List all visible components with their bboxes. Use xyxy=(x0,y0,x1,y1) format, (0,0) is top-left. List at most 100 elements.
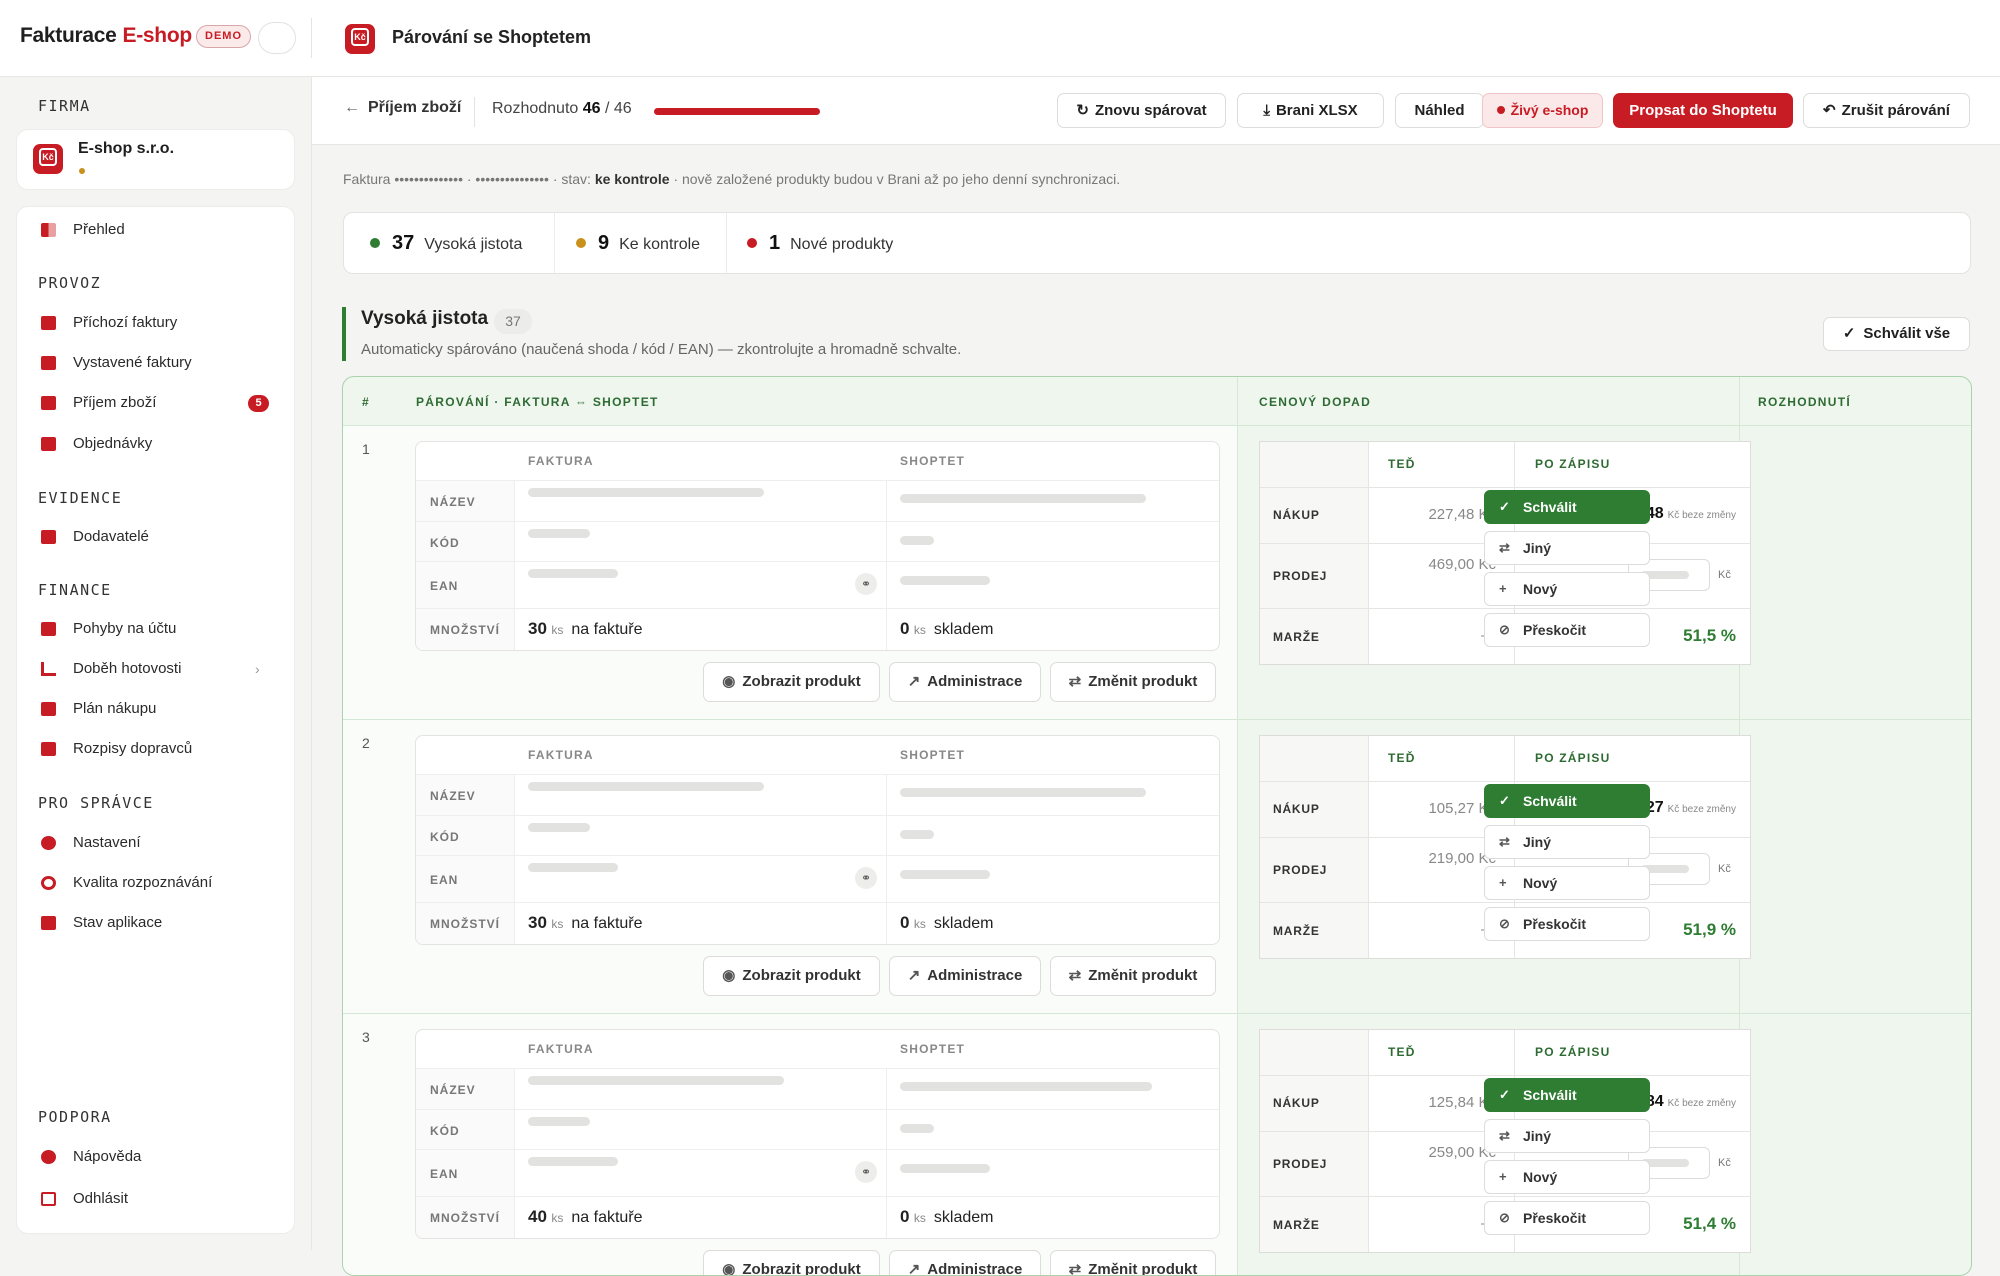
nav-orders[interactable]: Objednávky xyxy=(41,432,281,456)
price-header-now: TEĎ xyxy=(1388,457,1416,471)
nav-incoming-invoices[interactable]: Příchozí faktury xyxy=(41,311,281,335)
cancel-pairing-button[interactable]: ↶ Zrušit párování xyxy=(1803,93,1970,128)
skip-button[interactable]: ⊘ Přeskočit xyxy=(1484,907,1650,941)
top-bar: Fakturace E-shop DEMO Kč Párování se Shop… xyxy=(0,0,2000,77)
nav-help[interactable]: Nápověda xyxy=(41,1145,281,1169)
company-card[interactable]: Kč E-shop s.r.o. xyxy=(16,129,295,190)
write-to-shoptet-button[interactable]: Propsat do Shoptetu xyxy=(1613,93,1793,128)
other-button[interactable]: ⇄ Jiný xyxy=(1484,825,1650,859)
grid-col xyxy=(886,480,887,650)
live-eshop-badge[interactable]: Živý e-shop xyxy=(1482,93,1603,128)
nav-logout[interactable]: Odhlásit xyxy=(41,1187,281,1211)
invoice-header: FAKTURA xyxy=(528,748,594,762)
nav-carrier-breakdowns[interactable]: Rozpisy dopravců xyxy=(41,737,281,761)
rematch-button[interactable]: ↻ Znovu spárovat xyxy=(1057,93,1226,128)
status-dot-icon xyxy=(576,238,586,248)
link-icon[interactable]: ⚭ xyxy=(855,867,877,889)
table-row: 1 FAKTURA SHOPTET NÁZEV KÓD EAN MNOŽSTVÍ xyxy=(343,426,1971,720)
plus-icon: + xyxy=(1499,875,1507,890)
nav-cash-run[interactable]: Doběh hotovosti › xyxy=(41,657,281,681)
external-link-icon: ↗ xyxy=(907,1261,921,1276)
stat-high-confidence[interactable]: 37 Vysoká jistota xyxy=(370,231,522,255)
show-product-button[interactable]: ◉ Zobrazit produkt xyxy=(703,956,880,996)
currency-label: Kč xyxy=(1718,569,1731,581)
stat-to-review[interactable]: 9 Ke kontrole xyxy=(576,231,700,255)
grid-line xyxy=(416,608,1219,609)
grid-line xyxy=(416,815,1219,816)
divider xyxy=(311,18,312,58)
label-ean: EAN xyxy=(430,873,459,887)
change-product-button[interactable]: ⇄ Změnit produkt xyxy=(1050,956,1216,996)
label-ean: EAN xyxy=(430,1167,459,1181)
nav-issued-invoices[interactable]: Vystavené faktury xyxy=(41,351,281,375)
admin-button[interactable]: ↗ Administrace xyxy=(889,1250,1041,1276)
show-product-button[interactable]: ◉ Zobrazit produkt xyxy=(703,1250,880,1275)
new-button[interactable]: + Nový xyxy=(1484,866,1650,900)
stat-new-products[interactable]: 1 Nové produkty xyxy=(747,231,893,255)
new-button[interactable]: + Nový xyxy=(1484,572,1650,606)
price-header-after: PO ZÁPISU xyxy=(1535,457,1611,471)
approve-button[interactable]: ✓ Schválit xyxy=(1484,784,1650,818)
app-brand[interactable]: Fakturace E-shop xyxy=(20,24,192,48)
change-product-button[interactable]: ⇄ Změnit produkt xyxy=(1050,662,1216,702)
brand-name: Fakturace xyxy=(20,24,117,47)
redacted-shop-code xyxy=(900,1124,934,1133)
nav-bank-movements[interactable]: Pohyby na účtu xyxy=(41,617,281,641)
preview-button[interactable]: Náhled xyxy=(1395,93,1484,128)
approve-button[interactable]: ✓ Schválit xyxy=(1484,490,1650,524)
change-product-button[interactable]: ⇄ Změnit produkt xyxy=(1050,1250,1216,1275)
admin-button[interactable]: ↗ Administrace xyxy=(889,956,1041,996)
grid-col xyxy=(886,774,887,944)
skip-button[interactable]: ⊘ Přeskočit xyxy=(1484,1201,1650,1235)
invoice-qty: 30 ks na faktuře xyxy=(528,619,643,638)
approve-button[interactable]: ✓ Schválit xyxy=(1484,1078,1650,1112)
label-code: KÓD xyxy=(430,1124,460,1138)
price-header-after: PO ZÁPISU xyxy=(1535,751,1611,765)
label-name: NÁZEV xyxy=(430,789,476,803)
ban-icon: ⊘ xyxy=(1499,916,1510,931)
label-sell: PRODEJ xyxy=(1273,1157,1328,1171)
group-accent-bar xyxy=(342,307,346,361)
check-icon: ✓ xyxy=(1499,793,1510,808)
nav-app-status[interactable]: Stav aplikace xyxy=(41,911,281,935)
export-xlsx-button[interactable]: ⤓ Brani XLSX xyxy=(1237,93,1384,128)
nav-suppliers[interactable]: Dodavatelé xyxy=(41,525,281,549)
stock-qty: 0 ks skladem xyxy=(900,913,994,932)
grid-line xyxy=(416,855,1219,856)
theme-toggle[interactable] xyxy=(258,22,296,54)
skip-button[interactable]: ⊘ Přeskočit xyxy=(1484,613,1650,647)
grid-line xyxy=(1260,781,1750,782)
link-icon[interactable]: ⚭ xyxy=(855,1161,877,1183)
nav-settings[interactable]: Nastavení xyxy=(41,831,281,855)
main-content: ← Příjem zboží Rozhodnuto 46 / 46 ↻ Znovu … xyxy=(312,77,2000,1276)
group-title: Vysoká jistota xyxy=(361,308,489,329)
link-icon[interactable]: ⚭ xyxy=(855,573,877,595)
admin-button[interactable]: ↗ Administrace xyxy=(889,662,1041,702)
nav-recognition-quality[interactable]: Kvalita rozpoznávání xyxy=(41,871,281,895)
progress-bar xyxy=(654,108,820,115)
nav-purchase-plan[interactable]: Plán nákupu xyxy=(41,697,281,721)
pulse-icon xyxy=(41,916,56,930)
label-name: NÁZEV xyxy=(430,1083,476,1097)
redacted-shop-ean xyxy=(900,576,990,585)
redacted-invoice-code xyxy=(528,823,590,832)
grid-line xyxy=(416,1068,1219,1069)
status-dot-icon xyxy=(370,238,380,248)
show-product-button[interactable]: ◉ Zobrazit produkt xyxy=(703,662,880,702)
nav-goods-receipt[interactable]: Příjem zboží 5 xyxy=(41,391,281,415)
swap-icon: ⇄ xyxy=(1499,1128,1510,1143)
new-button[interactable]: + Nový xyxy=(1484,1160,1650,1194)
swap-icon: ⇄ xyxy=(1068,673,1082,690)
grid-col xyxy=(886,1068,887,1238)
approve-all-button[interactable]: ✓ Schválit vše xyxy=(1823,317,1970,351)
other-button[interactable]: ⇄ Jiný xyxy=(1484,1119,1650,1153)
back-link[interactable]: ← Příjem zboží xyxy=(344,99,461,117)
other-button[interactable]: ⇄ Jiný xyxy=(1484,531,1650,565)
nav-overview[interactable]: Přehled xyxy=(41,218,281,242)
upload-doc-icon xyxy=(41,356,56,370)
grid-line xyxy=(416,774,1219,775)
ban-icon: ⊘ xyxy=(1499,622,1510,637)
label-margin: MARŽE xyxy=(1273,1218,1320,1232)
price-header-after: PO ZÁPISU xyxy=(1535,1045,1611,1059)
stats-bar: 37 Vysoká jistota 9 Ke kontrole 1 Nové prod… xyxy=(343,212,1971,274)
